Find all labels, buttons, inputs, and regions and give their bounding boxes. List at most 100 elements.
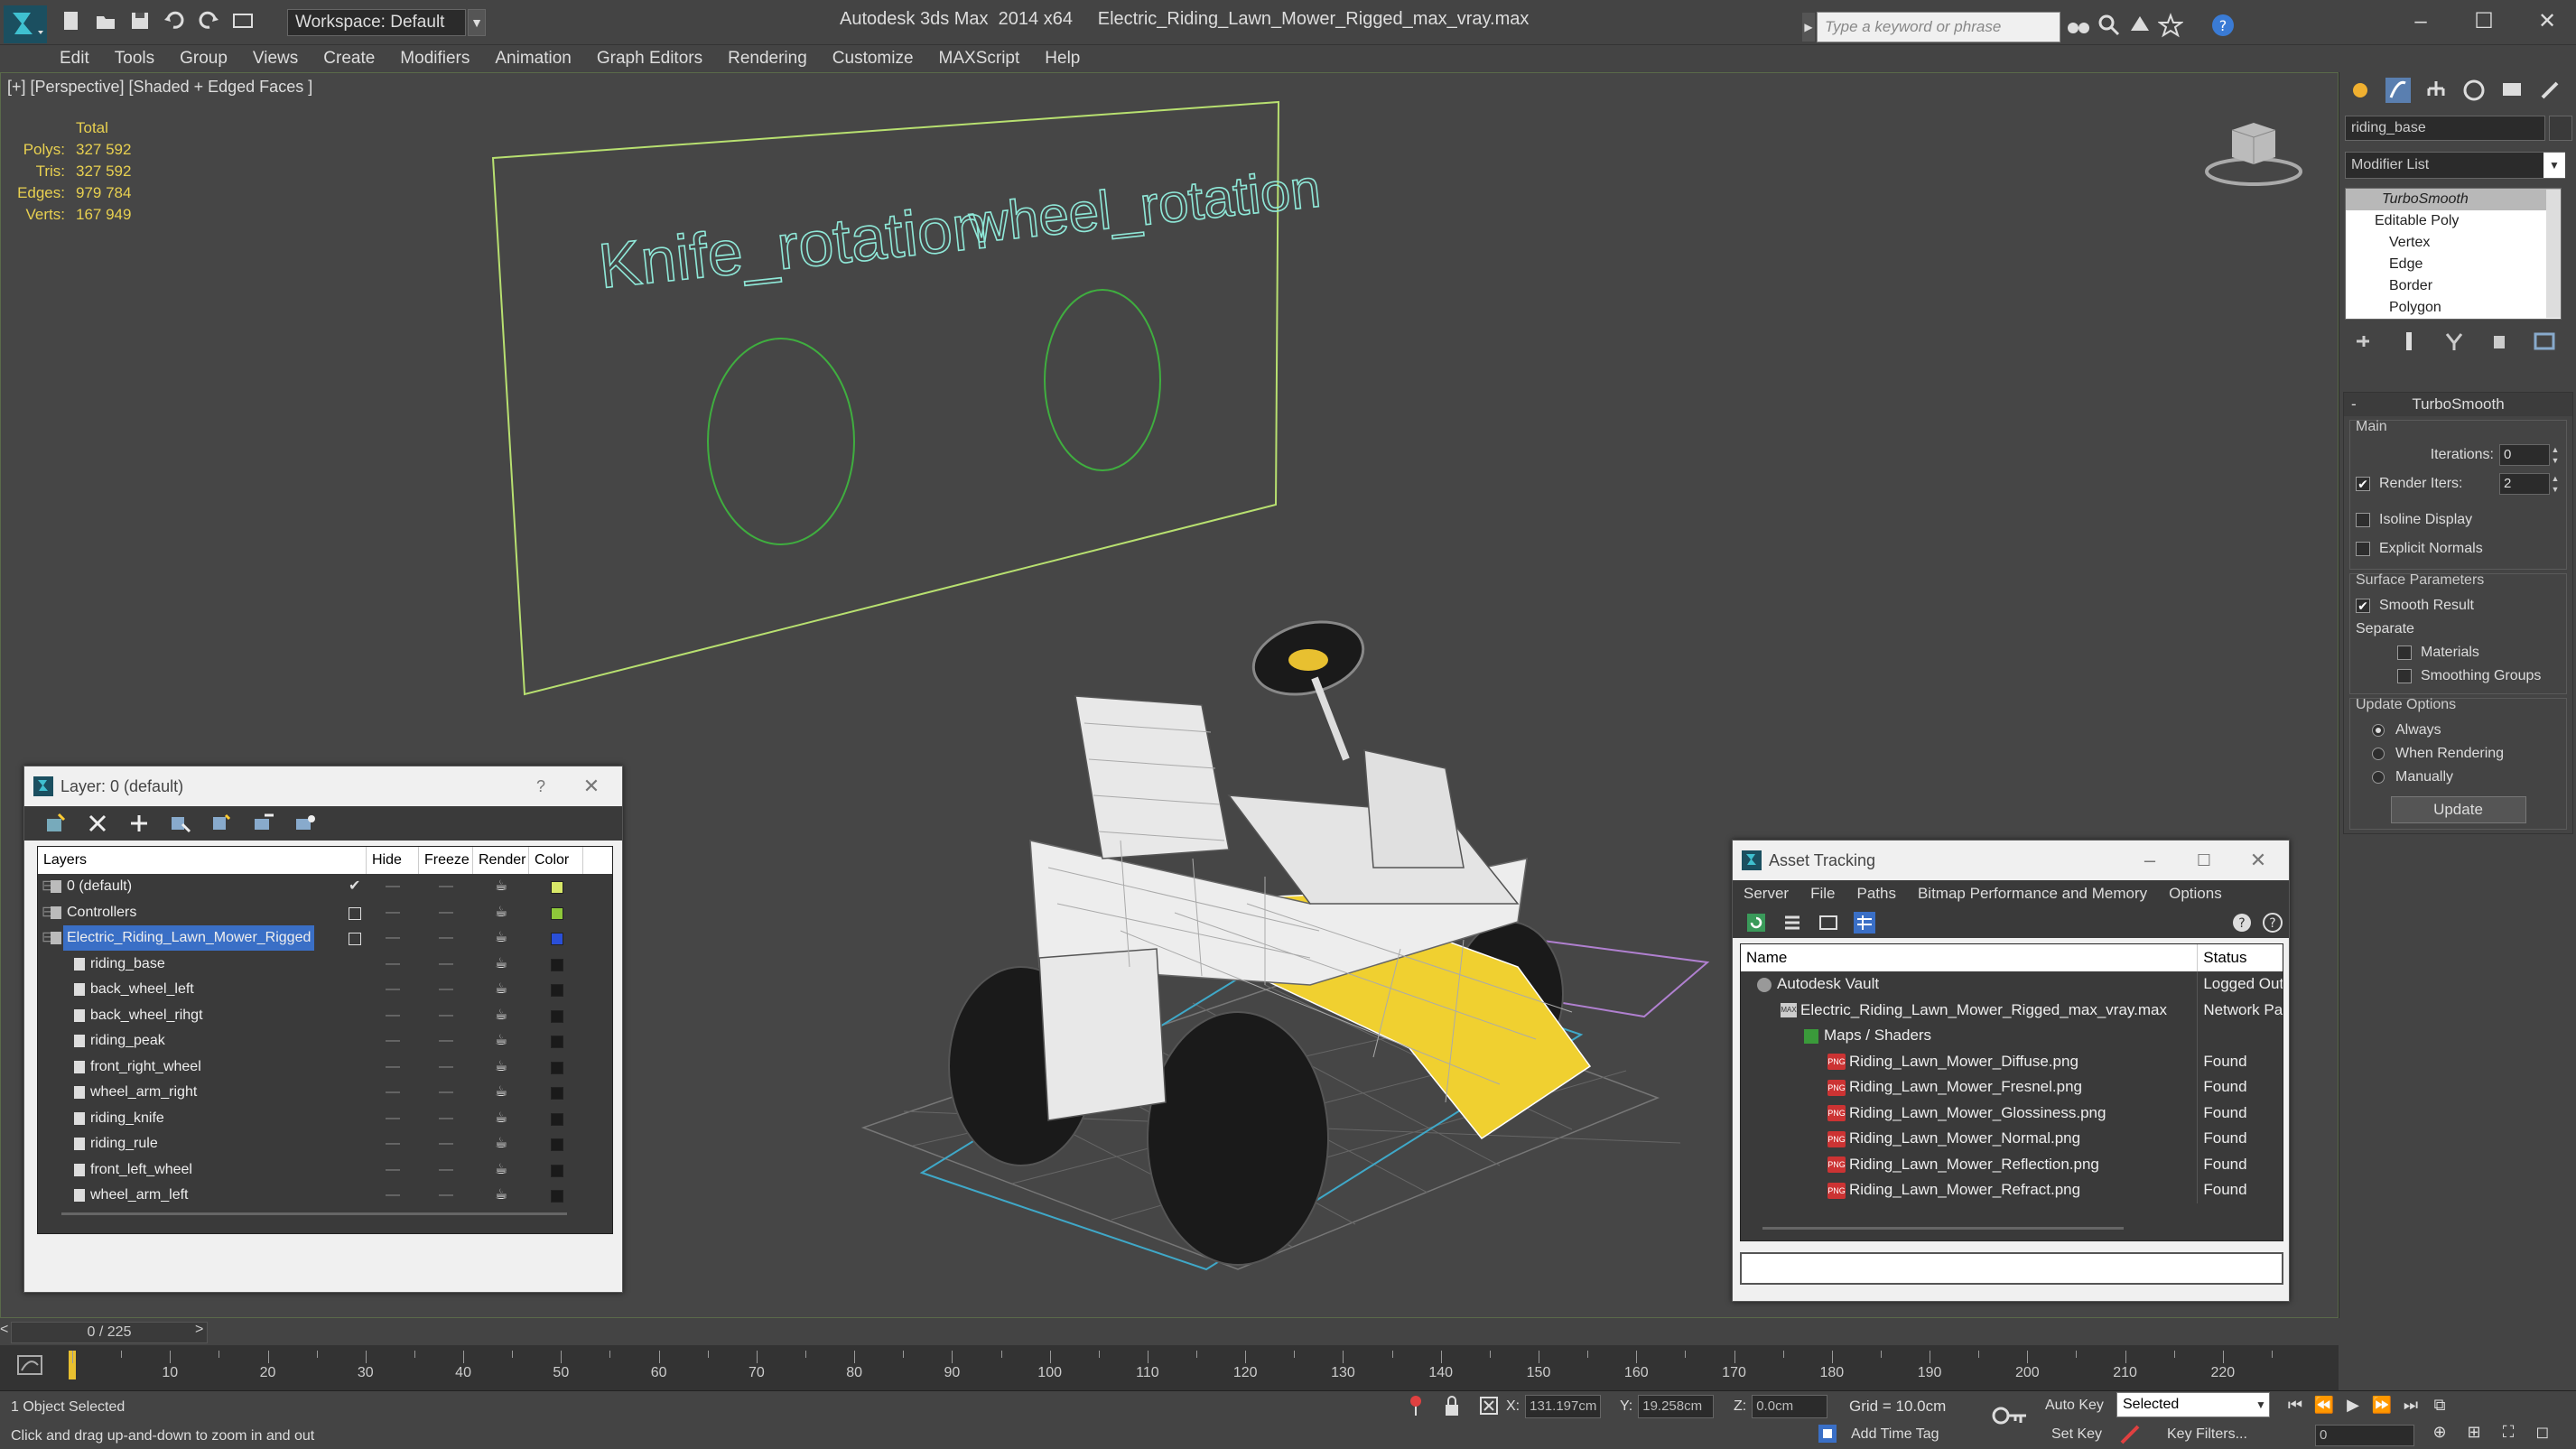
current-layer-cell[interactable] xyxy=(345,900,367,926)
freeze-toggle[interactable]: — xyxy=(419,1054,473,1081)
menu-maxscript[interactable]: MAXScript xyxy=(939,49,1020,69)
current-layer-cell[interactable] xyxy=(345,1054,367,1081)
asset-name-cell[interactable]: PNG Riding_Lawn_Mower_Diffuse.png xyxy=(1741,1048,2199,1074)
hide-toggle[interactable]: — xyxy=(367,1106,419,1132)
layer-name-cell[interactable]: ⊟ Electric_Riding_Lawn_Mower_Rigged xyxy=(38,925,345,952)
asset-name-cell[interactable]: MAX Electric_Riding_Lawn_Mower_Rigged_max… xyxy=(1741,997,2199,1023)
color-swatch[interactable] xyxy=(551,881,563,894)
freeze-toggle[interactable]: — xyxy=(419,874,473,900)
set-keys-key-icon[interactable] xyxy=(1992,1403,2028,1428)
color-swatch[interactable] xyxy=(551,1061,563,1074)
render-iters-spinner[interactable]: 2 xyxy=(2499,473,2550,495)
delete-layer-icon[interactable] xyxy=(86,812,109,835)
close-button[interactable]: ✕ xyxy=(2240,841,2276,880)
set-key-mode-icon[interactable] xyxy=(2118,1423,2142,1446)
menu-help[interactable]: Help xyxy=(1045,49,1080,69)
column-header-hide[interactable]: Hide xyxy=(367,847,419,874)
freeze-toggle[interactable]: — xyxy=(419,1080,473,1106)
layer-horizontal-scrollbar[interactable] xyxy=(61,1212,567,1215)
stack-item-vertex[interactable]: Vertex xyxy=(2346,232,2561,254)
menu-create[interactable]: Create xyxy=(323,49,375,69)
asset-row[interactable]: MAX Electric_Riding_Lawn_Mower_Rigged_max… xyxy=(1741,997,2283,1023)
asset-menu-options[interactable]: Options xyxy=(2169,885,2222,903)
manually-radio[interactable] xyxy=(2372,771,2385,784)
asset-row[interactable]: Autodesk Vault Logged Out xyxy=(1741,971,2283,998)
layer-name-cell[interactable]: front_left_wheel xyxy=(38,1157,345,1184)
redo-icon[interactable] xyxy=(197,9,220,33)
menu-group[interactable]: Group xyxy=(180,49,228,69)
current-layer-cell[interactable] xyxy=(345,925,367,952)
stack-item-editable-poly[interactable]: Editable Poly xyxy=(2346,210,2561,232)
layer-color-cell[interactable] xyxy=(529,1131,583,1157)
current-layer-cell[interactable] xyxy=(345,1028,367,1054)
y-coordinate-input[interactable]: 19.258cm xyxy=(1638,1394,1715,1418)
layer-name-cell[interactable]: back_wheel_left xyxy=(38,977,345,1003)
previous-frame-icon[interactable]: ⏪ xyxy=(2313,1396,2335,1417)
render-teapot-icon[interactable]: ☕ xyxy=(473,1054,529,1081)
asset-row[interactable]: PNG Riding_Lawn_Mower_Reflection.png Found xyxy=(1741,1151,2283,1177)
stack-item-border[interactable]: Border xyxy=(2346,275,2561,297)
layer-row[interactable]: ⊟ 0 (default) ✔ — — ☕ xyxy=(38,874,612,900)
asset-row[interactable]: PNG Riding_Lawn_Mower_Normal.png Found xyxy=(1741,1126,2283,1152)
layer-row[interactable]: front_left_wheel — — ☕ xyxy=(38,1157,612,1184)
auto-key-button[interactable]: Auto Key xyxy=(2045,1398,2104,1414)
layer-row[interactable]: riding_knife — — ☕ xyxy=(38,1106,612,1132)
current-layer-cell[interactable] xyxy=(345,1080,367,1106)
field-of-view-icon[interactable]: ◻ xyxy=(2532,1423,2553,1444)
smooth-result-checkbox[interactable]: ✔ xyxy=(2356,599,2370,613)
help-button[interactable]: ? xyxy=(523,766,559,806)
asset-row[interactable]: PNG Riding_Lawn_Mower_Refract.png Found xyxy=(1741,1177,2283,1203)
hide-toggle[interactable]: — xyxy=(367,977,419,1003)
color-swatch[interactable] xyxy=(551,1190,563,1203)
hide-toggle[interactable]: — xyxy=(367,952,419,978)
current-layer-cell[interactable]: ✔ xyxy=(345,874,367,900)
layer-color-cell[interactable] xyxy=(529,1106,583,1132)
asset-row[interactable]: PNG Riding_Lawn_Mower_Fresnel.png Found xyxy=(1741,1074,2283,1101)
column-header-status[interactable]: Status xyxy=(2198,944,2283,971)
render-teapot-icon[interactable]: ☕ xyxy=(473,1080,529,1106)
time-slider[interactable]: 0 / 225 xyxy=(11,1322,208,1343)
asset-name-cell[interactable]: PNG Riding_Lawn_Mower_Normal.png xyxy=(1741,1126,2199,1152)
layer-color-cell[interactable] xyxy=(529,977,583,1003)
set-current-layer-icon[interactable] xyxy=(252,812,275,835)
maximize-button[interactable]: ☐ xyxy=(2186,841,2222,880)
close-button[interactable]: ✕ xyxy=(2512,2,2576,42)
open-folder-icon[interactable] xyxy=(94,9,117,33)
search-expand-icon[interactable]: ▶ xyxy=(1802,13,1815,42)
hide-toggle[interactable]: — xyxy=(367,925,419,952)
freeze-toggle[interactable]: — xyxy=(419,1157,473,1184)
asset-path-field[interactable] xyxy=(1740,1252,2283,1285)
iterations-spinner[interactable]: 0 xyxy=(2499,444,2550,466)
layer-color-cell[interactable] xyxy=(529,1003,583,1029)
layer-name-cell[interactable]: riding_rule xyxy=(38,1131,345,1157)
modifier-list-dropdown[interactable]: Modifier List xyxy=(2345,152,2565,179)
column-header-layers[interactable]: Layers xyxy=(38,847,367,874)
time-prev-icon[interactable]: < xyxy=(0,1322,8,1338)
select-layer-icon[interactable] xyxy=(210,812,234,835)
favorites-star-icon[interactable] xyxy=(2158,13,2183,38)
render-teapot-icon[interactable]: ☕ xyxy=(473,952,529,978)
layer-row[interactable]: riding_peak — — ☕ xyxy=(38,1028,612,1054)
layer-color-cell[interactable] xyxy=(529,1157,583,1184)
layer-row[interactable]: riding_rule — — ☕ xyxy=(38,1131,612,1157)
chevron-down-icon[interactable]: ▼ xyxy=(2543,153,2565,178)
modify-tab-icon[interactable] xyxy=(2385,78,2411,103)
layer-color-cell[interactable] xyxy=(529,900,583,926)
layer-name-cell[interactable]: riding_peak xyxy=(38,1028,345,1054)
asset-horizontal-scrollbar[interactable] xyxy=(1762,1227,2124,1230)
layer-row[interactable]: wheel_arm_left — — ☕ xyxy=(38,1183,612,1209)
asset-name-cell[interactable]: PNG Riding_Lawn_Mower_Glossiness.png xyxy=(1741,1100,2199,1126)
make-unique-icon[interactable] xyxy=(2443,330,2465,352)
color-swatch[interactable] xyxy=(551,933,563,945)
x-coordinate-input[interactable]: 131.197cm xyxy=(1525,1394,1602,1418)
layer-row[interactable]: riding_base — — ☕ xyxy=(38,952,612,978)
color-swatch[interactable] xyxy=(551,1087,563,1100)
add-time-tag[interactable]: Add Time Tag xyxy=(1851,1426,1939,1443)
color-swatch[interactable] xyxy=(551,1164,563,1177)
current-frame-input[interactable]: 0 xyxy=(2315,1425,2414,1446)
undo-icon[interactable] xyxy=(163,9,186,33)
configure-modifier-sets-icon[interactable] xyxy=(2534,330,2555,352)
freeze-toggle[interactable]: — xyxy=(419,1028,473,1054)
asset-menu-file[interactable]: File xyxy=(1810,885,1835,903)
update-button[interactable]: Update xyxy=(2390,796,2526,823)
